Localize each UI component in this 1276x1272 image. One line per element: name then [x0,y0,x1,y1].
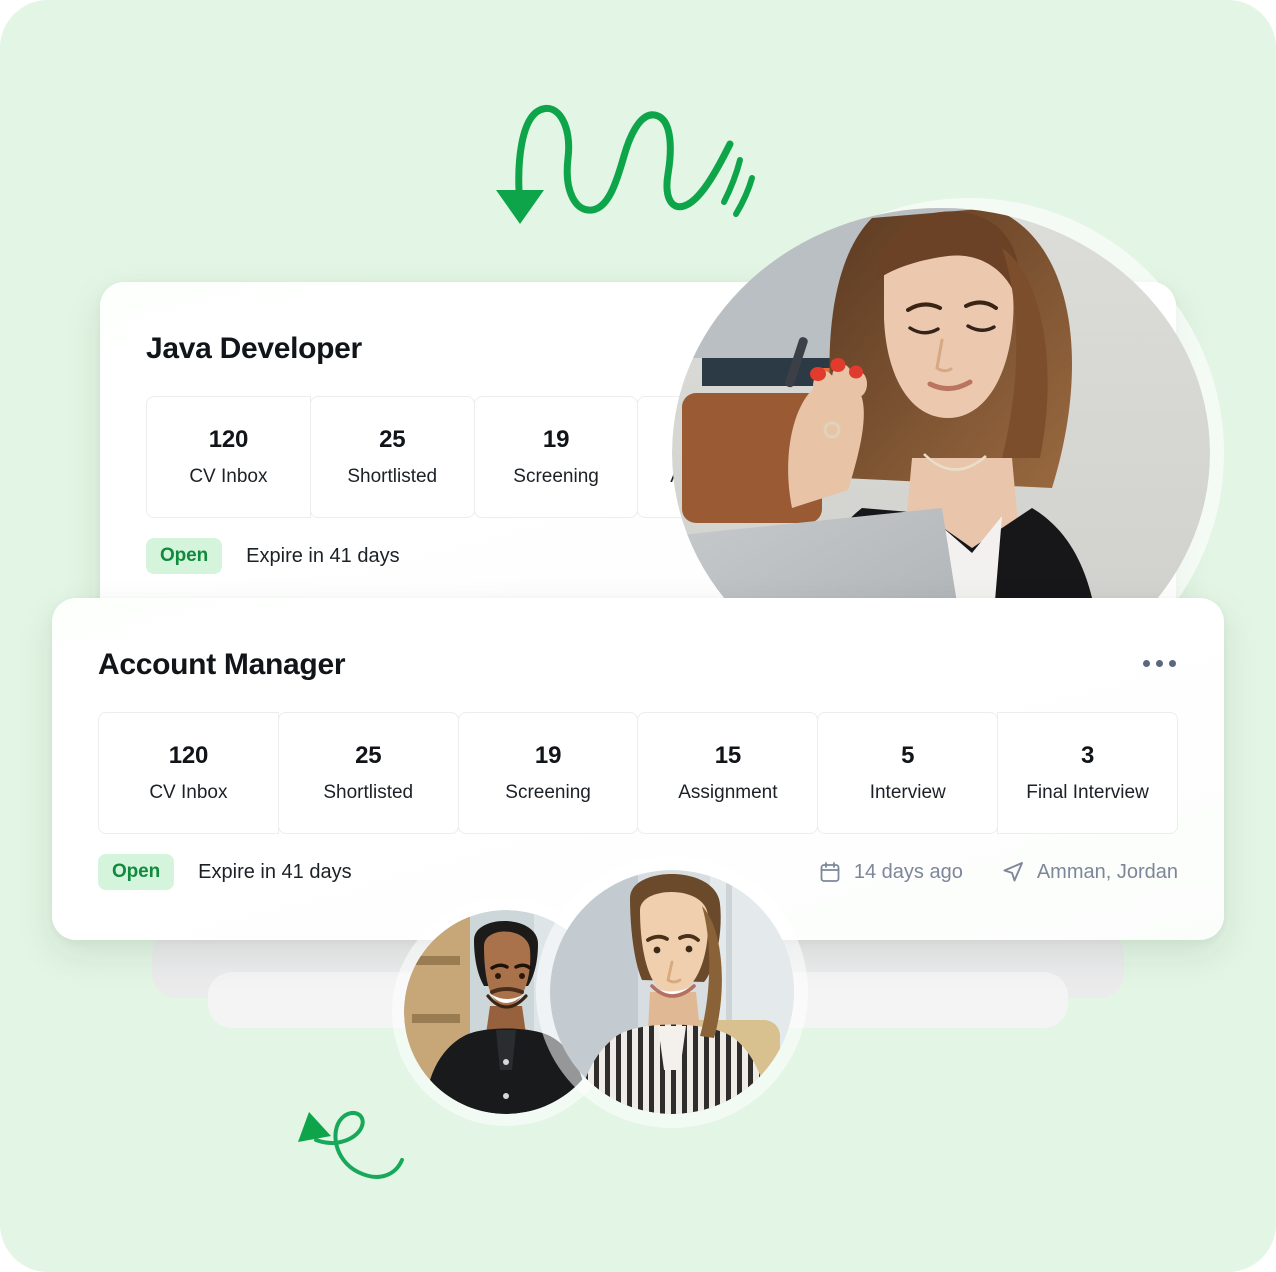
more-options-icon[interactable] [1143,660,1176,667]
expiry-text: Expire in 41 days [198,860,352,883]
stat-value: 15 [714,742,742,769]
page-title: Account Manager [98,648,346,681]
stat-shortlisted[interactable]: 25 Shortlisted [277,712,459,834]
expiry-text: Expire in 41 days [246,544,400,567]
stat-label: Interview [869,782,946,803]
stat-label: CV Inbox [189,466,268,487]
stat-interview[interactable]: 5 Interview [817,712,999,834]
stat-screening[interactable]: 19 Screening [473,396,639,518]
smiling-woman-photo [550,870,794,1114]
stat-value: 120 [208,426,249,453]
location-text: Amman, Jordan [1036,860,1178,883]
promo-graphic: Java Developer 120 CV Inbox 25 Shortlist… [0,0,1276,1272]
stat-label: Assignment [678,782,778,803]
pipeline-stats: 120 CV Inbox 25 Shortlisted 19 Screening… [98,712,1178,834]
squiggle-down-arrow-icon [468,88,768,238]
loop-arrow-icon [276,1098,426,1208]
status-badge: Open [146,538,223,574]
stat-screening[interactable]: 19 Screening [457,712,639,834]
stat-label: CV Inbox [149,782,228,803]
stat-cv-inbox[interactable]: 120 CV Inbox [98,712,279,834]
status-badge: Open [98,854,175,890]
stat-value: 25 [379,426,406,453]
stat-value: 19 [534,742,562,769]
stat-label: Screening [505,782,591,803]
stat-assignment[interactable]: 15 Assignment [637,712,819,834]
stat-value: 19 [542,426,570,453]
posted-text: 14 days ago [853,860,963,883]
page-title: Java Developer [146,332,362,365]
stat-label: Shortlisted [323,782,414,803]
stat-label: Final Interview [1026,782,1149,803]
stat-value: 5 [901,742,915,769]
card-meta: 14 days ago Amman, Jordan [818,860,1178,884]
stat-label: Screening [513,466,599,487]
stat-final-interview[interactable]: 3 Final Interview [997,712,1178,834]
stat-label: Shortlisted [347,466,438,487]
location-meta: Amman, Jordan [1001,860,1178,884]
navigation-icon [1001,860,1025,884]
stat-value: 3 [1080,742,1095,769]
stat-value: 25 [355,742,382,769]
stat-shortlisted[interactable]: 25 Shortlisted [309,396,475,518]
stat-cv-inbox[interactable]: 120 CV Inbox [146,396,311,518]
calendar-icon [818,860,842,884]
stat-value: 120 [168,742,209,769]
posted-meta: 14 days ago [818,860,963,884]
